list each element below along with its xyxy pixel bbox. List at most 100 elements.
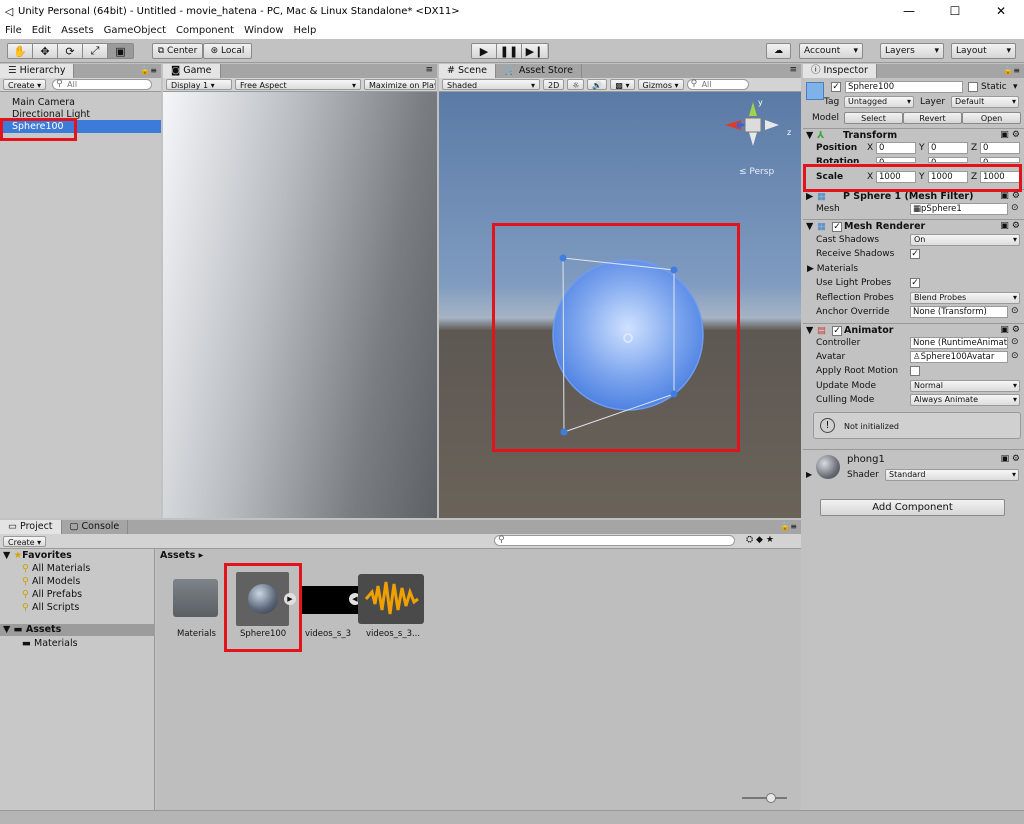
mesh-renderer-header[interactable]: ▼ ▦ ✓ Mesh Renderer ▣ ⚙ [803,219,1024,233]
fav-all-prefabs[interactable]: ⚲ All Prefabs [22,589,82,600]
audio-asset[interactable] [358,574,424,624]
update-mode-dropdown[interactable]: Normal [910,380,1020,392]
foldout-arrow-icon[interactable]: ▼ [806,130,813,141]
gear-icon[interactable]: ▣ ⚙ [1000,130,1020,140]
position-x-field[interactable]: 0 [876,142,916,154]
shader-dropdown[interactable]: Standard [885,469,1019,481]
object-picker-icon[interactable]: ⊙ [1011,203,1019,213]
position-y-field[interactable]: 0 [928,142,968,154]
effects-toggle-icon[interactable]: ▩ ▾ [610,79,635,90]
menu-help[interactable]: Help [289,25,322,36]
model-open-button[interactable]: Open [962,112,1021,124]
expand-arrow-icon[interactable]: ▶ [284,593,296,605]
scale-z-field[interactable]: 1000 [980,171,1020,183]
foldout-arrow-icon[interactable]: ▶ [806,470,812,479]
step-icon[interactable]: ▶❙ [522,44,547,58]
scale-y-field[interactable]: 1000 [928,171,968,183]
menu-window[interactable]: Window [239,25,288,36]
sphere100-asset[interactable] [236,572,289,626]
object-picker-icon[interactable]: ⊙ [1011,306,1019,316]
hand-tool-icon[interactable]: ✋ [8,44,33,58]
perspective-label[interactable]: ≤ Persp [739,167,774,177]
object-picker-icon[interactable]: ⊙ [1011,351,1019,361]
tab-project[interactable]: ▭ Project [0,520,62,534]
rotate-tool-icon[interactable]: ⟳ [58,44,83,58]
rect-tool-icon[interactable]: ▣ [108,44,133,58]
project-search-input[interactable] [494,535,735,546]
project-create-button[interactable]: Create ▾ [3,535,47,547]
pivot-center-button[interactable]: ⧉ Center [152,43,203,59]
tag-dropdown[interactable]: Untagged [844,96,914,108]
add-component-button[interactable]: Add Component [820,499,1005,516]
foldout-arrow-icon[interactable]: ▶ [806,191,813,202]
tab-hierarchy[interactable]: ☰ Hierarchy [0,64,75,78]
sphere-object[interactable] [539,244,709,444]
panel-menu-icon[interactable]: 🔒≡ [140,66,157,75]
slider-thumb[interactable] [766,793,776,803]
transform-header[interactable]: ▼ ⅄ Transform ▣ ⚙ [803,128,1024,142]
object-picker-icon[interactable]: ⊙ [1011,337,1019,347]
active-checkbox[interactable]: ✓ [831,82,841,92]
move-tool-icon[interactable]: ✥ [33,44,58,58]
hierarchy-search-input[interactable]: All [52,79,153,90]
scene-search-input[interactable]: All [686,79,749,90]
audio-toggle-icon[interactable]: 🔊 [587,79,608,90]
maximize-button[interactable]: ☐ [932,0,978,22]
static-dropdown-arrow-icon[interactable]: ▾ [1013,82,1018,92]
avatar-field[interactable]: ♙Sphere100Avatar [910,351,1008,363]
materials-folder[interactable]: ▬ Materials [22,638,78,649]
position-z-field[interactable]: 0 [980,142,1020,154]
light-probes-checkbox[interactable]: ✓ [910,278,920,288]
panel-menu-icon[interactable]: 🔒≡ [780,522,797,531]
account-dropdown[interactable]: Account ▾ [799,43,863,59]
materials-foldout[interactable]: ▶ Materials [807,264,858,274]
menu-file[interactable]: File [0,25,27,36]
mesh-renderer-enabled-checkbox[interactable]: ✓ [832,222,842,232]
hierarchy-create-button[interactable]: Create ▾ [3,79,47,90]
rotation-y-field[interactable]: 0 [928,157,968,163]
materials-folder-icon[interactable] [173,579,218,617]
display-dropdown[interactable]: Display 1 ▾ [166,79,232,90]
controller-field[interactable]: None (RuntimeAnimatorController) [910,337,1008,349]
animator-enabled-checkbox[interactable]: ✓ [832,326,842,336]
lighting-toggle-icon[interactable]: ☼ [567,79,585,90]
rotation-z-field[interactable]: 0 [980,157,1020,163]
gear-icon[interactable]: ▣ ⚙ [1001,454,1020,464]
fav-all-scripts[interactable]: ⚲ All Scripts [22,602,79,613]
layers-dropdown[interactable]: Layers ▾ [880,43,944,59]
gizmos-dropdown[interactable]: Gizmos ▾ [637,79,684,90]
tab-game[interactable]: ◙ Game [163,64,221,78]
anchor-override-field[interactable]: None (Transform) [910,306,1008,318]
receive-shadows-checkbox[interactable]: ✓ [910,249,920,259]
rotation-x-field[interactable]: 0 [876,157,916,163]
scale-x-field[interactable]: 1000 [876,171,916,183]
foldout-arrow-icon[interactable]: ▼ [806,221,813,232]
2d-toggle[interactable]: 2D [543,79,565,90]
game-view[interactable] [163,92,437,518]
foldout-arrow-icon[interactable]: ▼ [806,325,813,336]
panel-menu-icon[interactable]: 🔒≡ [1003,66,1020,75]
filter-icons[interactable]: ⛭ ◆ ★ [746,535,774,545]
cast-shadows-dropdown[interactable]: On [910,234,1020,246]
layer-dropdown[interactable]: Default [951,96,1019,108]
pivot-local-button[interactable]: ⊛ Local [203,43,252,59]
menu-edit[interactable]: Edit [27,25,56,36]
object-name-field[interactable]: Sphere100 [845,81,963,93]
culling-mode-dropdown[interactable]: Always Animate [910,394,1020,406]
assets-folder[interactable]: ▼ ▬ Assets [0,624,155,636]
menu-component[interactable]: Component [171,25,239,36]
play-icon[interactable]: ▶ [472,44,497,58]
panel-menu-icon[interactable]: ≡ [425,65,433,75]
mesh-field[interactable]: ▦pSphere1 [910,203,1008,215]
fav-all-models[interactable]: ⚲ All Models [22,576,80,587]
icon-size-slider[interactable] [742,797,787,799]
fav-all-materials[interactable]: ⚲ All Materials [22,563,90,574]
gear-icon[interactable]: ▣ ⚙ [1000,325,1020,335]
favorites-foldout[interactable]: ▼ ★Favorites [3,550,72,561]
animator-header[interactable]: ▼ ▤ ✓ Animator ▣ ⚙ [803,323,1024,337]
maximize-on-play-toggle[interactable]: Maximize on Play [364,79,436,90]
tab-inspector[interactable]: ⓘ Inspector [803,64,877,78]
hierarchy-item-main-camera[interactable]: Main Camera [12,97,75,108]
menu-gameobject[interactable]: GameObject [99,25,171,36]
gear-icon[interactable]: ▣ ⚙ [1000,191,1020,201]
